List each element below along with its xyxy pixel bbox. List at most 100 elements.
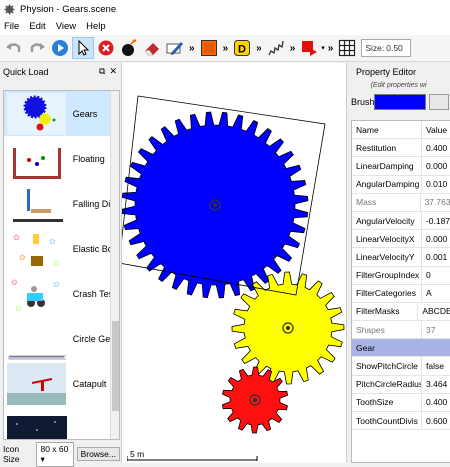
property-value[interactable]: 0.000: [422, 234, 447, 244]
property-table: Name Value Restitution 0.400 LinearDamping…: [351, 120, 450, 463]
svg-text:✿: ✿: [15, 304, 22, 313]
night-scene-thumbnail: [7, 415, 67, 439]
list-item[interactable]: Gears: [4, 91, 112, 136]
undo-icon: [6, 43, 21, 52]
property-value[interactable]: 0: [422, 270, 431, 280]
property-row[interactable]: LinearVelocityY 0.001: [352, 248, 450, 267]
property-value[interactable]: 0.400: [422, 143, 447, 153]
dropdown-arrow-icon[interactable]: ▾: [321, 44, 324, 52]
property-editor-hint: (Edit properties wi: [370, 82, 427, 89]
property-name: ToothSize: [352, 393, 422, 411]
property-name: PitchCircleRadius: [352, 375, 422, 393]
spring-button[interactable]: [265, 37, 287, 59]
browse-button[interactable]: Browse...: [76, 447, 120, 461]
svg-text:✿: ✿: [49, 237, 56, 246]
bomb-button[interactable]: [118, 37, 140, 59]
brush-secondary-button[interactable]: [429, 94, 449, 110]
dynamic-body-button[interactable]: D: [231, 37, 253, 59]
list-item[interactable]: [4, 406, 112, 439]
grid-button[interactable]: [336, 37, 358, 59]
property-editor-title: Property Editor: [356, 66, 417, 77]
property-row[interactable]: Restitution 0.400: [352, 139, 450, 158]
property-row[interactable]: ToothCountDivis 0.600: [352, 412, 450, 431]
scale-bar: 5 m: [127, 449, 258, 461]
property-value[interactable]: 3.464: [422, 379, 447, 389]
pencil-button[interactable]: [164, 37, 186, 59]
toolbar-overflow-icon[interactable]: »: [189, 43, 194, 54]
property-row[interactable]: FilterMasks ABCDE: [352, 302, 450, 322]
property-value[interactable]: 0.010: [422, 179, 447, 189]
property-value[interactable]: ABCDE: [418, 306, 450, 316]
eraser-button[interactable]: [141, 37, 163, 59]
scene-drawing[interactable]: [118, 63, 347, 463]
property-value[interactable]: 37.763: [421, 197, 450, 207]
list-item-label: Crash Tes: [72, 288, 112, 299]
menu-file[interactable]: File: [0, 21, 25, 32]
close-panel-icon[interactable]: ✕: [109, 66, 117, 77]
property-name: LinearVelocityY: [352, 248, 422, 266]
grid-icon: [339, 39, 356, 57]
property-name: LinearVelocityX: [352, 230, 422, 248]
fill-color-button[interactable]: [198, 37, 220, 59]
property-name: FilterGroupIndex: [352, 266, 422, 284]
property-row[interactable]: LinearDamping 0.000: [352, 157, 450, 176]
toolbar-overflow-icon[interactable]: »: [290, 43, 295, 54]
pencil-icon: [166, 42, 183, 55]
brush-color-swatch[interactable]: [374, 94, 426, 110]
property-row[interactable]: ShowPitchCircle false: [352, 357, 450, 376]
toolbar-overflow-icon[interactable]: »: [223, 43, 228, 54]
scene-canvas[interactable]: [118, 63, 347, 463]
size-field[interactable]: Size: 0.50: [361, 39, 412, 57]
svg-text:D: D: [238, 44, 246, 56]
redo-icon: [30, 43, 45, 52]
list-item[interactable]: Circle Ge: [4, 316, 112, 361]
quick-load-scrollbar[interactable]: [110, 91, 119, 439]
property-row[interactable]: ToothSize 0.400: [352, 393, 450, 412]
menu-help[interactable]: Help: [82, 21, 112, 32]
property-value[interactable]: 0.000: [422, 161, 447, 171]
select-tool-button[interactable]: [72, 37, 94, 59]
svg-text:✿: ✿: [13, 233, 20, 242]
circle-gears-thumbnail: [8, 355, 66, 359]
list-item[interactable]: Floating: [4, 136, 112, 181]
list-item-label: Gears: [72, 108, 98, 119]
property-group-gear[interactable]: Gear: [352, 339, 450, 358]
property-row[interactable]: PitchCircleRadius 3.464: [352, 375, 450, 394]
property-row[interactable]: FilterCategories A: [352, 284, 450, 303]
property-name: Shapes: [352, 321, 422, 339]
list-item[interactable]: Catapult: [4, 361, 112, 406]
property-row[interactable]: FilterGroupIndex 0: [352, 266, 450, 285]
property-value[interactable]: 0.600: [422, 416, 447, 426]
list-item-label: Catapult: [72, 378, 107, 389]
menu-view[interactable]: View: [52, 21, 82, 32]
property-value[interactable]: 0.400: [422, 397, 447, 407]
property-name: Mass: [352, 193, 421, 211]
value-column-header: Value: [426, 124, 448, 135]
menu-edit[interactable]: Edit: [25, 21, 51, 32]
float-panel-icon[interactable]: ⧉: [99, 66, 105, 77]
property-value[interactable]: false: [422, 361, 444, 371]
toolbar: » » D » » ▾ » Size: 0.50: [0, 35, 450, 62]
red-gear-axle: [253, 398, 257, 402]
undo-button[interactable]: [3, 37, 25, 59]
property-row[interactable]: AngularDamping 0.010: [352, 175, 450, 194]
list-item[interactable]: Falling Di: [4, 181, 112, 226]
property-row[interactable]: AngularVelocity -0.187: [352, 211, 450, 231]
list-item[interactable]: ✿ ✿ ✿ ✿ Elastic Bo: [4, 226, 112, 271]
property-row[interactable]: Shapes 37: [352, 321, 450, 340]
play-button[interactable]: [49, 37, 71, 59]
list-item[interactable]: ✿ ✿ ✿ Crash Tes: [4, 271, 112, 316]
redo-button[interactable]: [26, 37, 48, 59]
delete-button[interactable]: [95, 37, 117, 59]
play-icon: [52, 40, 68, 56]
property-value[interactable]: 37: [422, 325, 435, 335]
property-row[interactable]: Mass 37.763: [352, 193, 450, 212]
toolbar-overflow-icon[interactable]: »: [256, 43, 261, 54]
shape-button[interactable]: [298, 37, 320, 59]
toolbar-overflow-icon[interactable]: »: [328, 43, 333, 54]
property-row[interactable]: LinearVelocityX 0.000: [352, 230, 450, 249]
property-value[interactable]: A: [422, 288, 432, 298]
property-value[interactable]: -0.187: [422, 216, 450, 226]
eraser-icon: [144, 43, 159, 56]
property-value[interactable]: 0.001: [422, 252, 447, 262]
